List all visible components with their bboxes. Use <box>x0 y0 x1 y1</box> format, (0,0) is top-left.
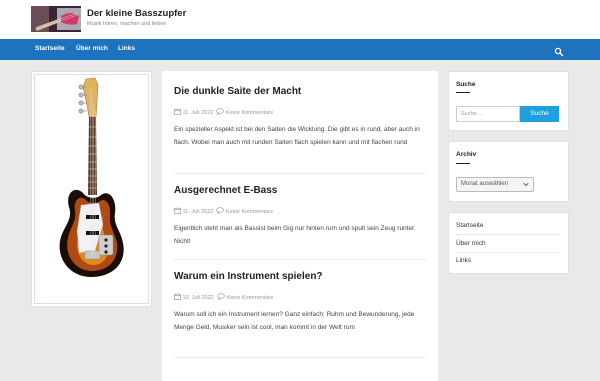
link-divider <box>456 252 560 253</box>
archive-widget-title: Archiv <box>456 151 477 158</box>
search-widget: Suche Suche … Suche <box>448 71 569 131</box>
site-logo[interactable] <box>31 6 81 32</box>
comment-icon <box>216 108 225 117</box>
post-divider <box>174 173 426 174</box>
chevron-down-icon <box>523 182 529 189</box>
comment-icon <box>216 207 225 216</box>
pages-widget: Startseite Über mich Links <box>448 212 569 274</box>
post-date[interactable]: 10. Juli 2022 <box>183 295 214 301</box>
post-comments-link[interactable]: Keine Kommentare <box>226 209 273 215</box>
sidebar-link-links[interactable]: Links <box>456 257 471 264</box>
widget-title-rule <box>456 163 470 164</box>
nav-item-ueber-mich[interactable]: Über mich <box>76 45 108 52</box>
post-excerpt: Warum soll ich ein Instrument lernen? Ga… <box>174 311 415 331</box>
post-divider <box>174 259 426 260</box>
site-description: Musik hören, machen und lieben <box>87 21 167 27</box>
post-date[interactable]: 11. Juli 2022 <box>183 110 214 116</box>
post-excerpt: Ein spezieller Aspekt ist bei den Saiten… <box>174 126 420 146</box>
sidebar-link-ueber-mich[interactable]: Über mich <box>456 240 486 247</box>
featured-image-panel <box>31 71 152 307</box>
featured-image-frame <box>34 74 149 304</box>
post-item: Die dunkle Saite der Macht 11. Juli 2022… <box>174 86 426 174</box>
link-divider <box>456 234 560 235</box>
post-comments-link[interactable]: Keine Kommentare <box>226 295 273 301</box>
bass-guitar-image <box>59 77 124 277</box>
post-item: Ausgerechnet E-Bass 11. Juli 2022 Keine … <box>174 185 426 260</box>
sidebar-link-startseite[interactable]: Startseite <box>456 222 483 229</box>
main-navigation: Startseite Über mich Links <box>0 39 600 60</box>
search-input[interactable]: Suche … <box>456 106 520 122</box>
post-title[interactable]: Die dunkle Saite der Macht <box>174 86 426 97</box>
calendar-icon <box>174 293 181 302</box>
site-header: Der kleine Basszupfer Musik hören, mache… <box>0 0 600 39</box>
search-widget-title: Suche <box>456 81 476 88</box>
nav-item-links[interactable]: Links <box>118 45 135 52</box>
widget-title-rule <box>456 92 470 93</box>
bass-photo-thumbnail <box>31 6 81 32</box>
post-excerpt: Eigentlich steht man als Bassist beim Gi… <box>174 225 416 245</box>
archive-widget: Archiv Monat auswählen <box>448 141 569 202</box>
calendar-icon <box>174 108 181 117</box>
site-title[interactable]: Der kleine Basszupfer <box>87 8 186 19</box>
post-date[interactable]: 11. Juli 2022 <box>183 209 214 215</box>
comment-icon <box>217 293 225 302</box>
archive-month-select[interactable]: Monat auswählen <box>456 177 534 192</box>
post-list: Die dunkle Saite der Macht 11. Juli 2022… <box>162 71 438 381</box>
search-submit-button[interactable]: Suche <box>520 106 559 122</box>
post-title[interactable]: Ausgerechnet E-Bass <box>174 185 426 196</box>
post-item: Warum ein Instrument spielen? 10. Juli 2… <box>174 271 426 358</box>
post-title[interactable]: Warum ein Instrument spielen? <box>174 271 426 282</box>
archive-select-value: Monat auswählen <box>461 181 509 187</box>
post-comments-link[interactable]: Keine Kommentare <box>226 110 273 116</box>
nav-item-startseite[interactable]: Startseite <box>35 45 65 52</box>
post-meta: 11. Juli 2022 Keine Kommentare <box>174 207 273 216</box>
post-meta: 10. Juli 2022 Keine Kommentare <box>174 293 273 302</box>
calendar-icon <box>174 207 181 216</box>
post-divider <box>174 357 426 358</box>
search-icon[interactable] <box>554 44 564 57</box>
post-meta: 11. Juli 2022 Keine Kommentare <box>174 108 273 117</box>
